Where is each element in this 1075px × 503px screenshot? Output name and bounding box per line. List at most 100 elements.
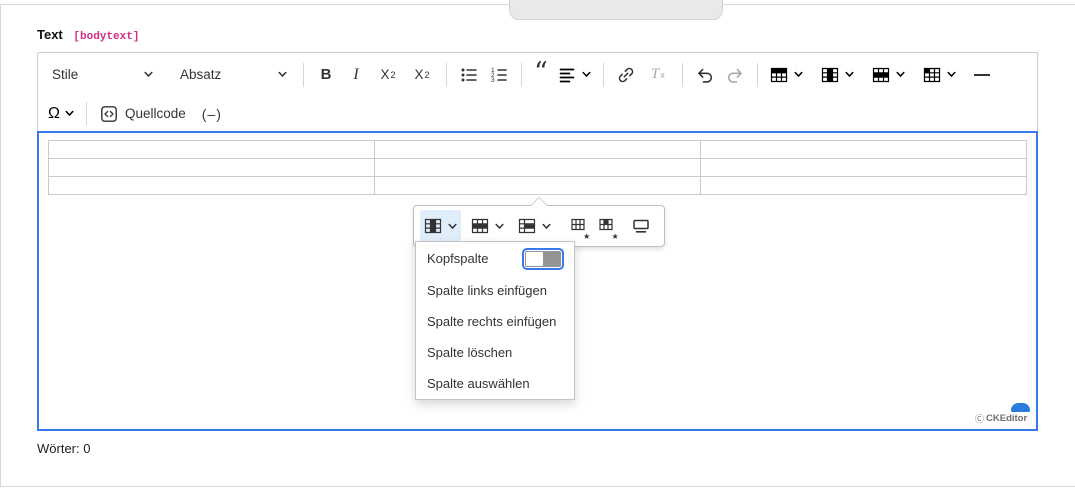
- field-tag: [bodytext]: [73, 31, 140, 43]
- toggle-caption-icon: [631, 216, 651, 236]
- chevron-down-icon: [447, 221, 458, 232]
- toolbar-separator: [602, 62, 604, 87]
- toolbar-separator: [681, 62, 683, 87]
- menu-item-label: Spalte löschen: [427, 345, 513, 360]
- chevron-down-icon: [143, 69, 154, 80]
- rte-form-page: { "field": { "label": "Text", "tag": "[b…: [0, 0, 1075, 503]
- toolbar-row-1: Stile Absatz B I X2 X2 “ Tx: [44, 55, 1031, 94]
- toggle-knob: [526, 251, 543, 266]
- chevron-down-icon: [541, 221, 552, 232]
- table-cell[interactable]: [48, 158, 375, 177]
- insert-table-button[interactable]: [765, 59, 808, 91]
- chevron-down-icon: [581, 69, 592, 80]
- merge-cells-icon: [517, 216, 537, 236]
- cell-properties-button[interactable]: ★: [595, 210, 619, 242]
- superscript-button[interactable]: X2: [405, 59, 439, 91]
- table-cell[interactable]: [48, 140, 375, 159]
- align-left-icon: [557, 65, 577, 85]
- table-cell[interactable]: [374, 140, 701, 159]
- superscript-index: 2: [424, 69, 430, 80]
- table-column-button[interactable]: [816, 59, 859, 91]
- ckeditor-badge[interactable]: Ⓒ CKEditor: [975, 403, 1033, 425]
- redo-button[interactable]: [720, 59, 750, 91]
- menu-item-insert-column-left[interactable]: Spalte links einfügen: [416, 275, 574, 306]
- field-label: Text [bodytext]: [37, 27, 139, 43]
- subscript-glyph: X: [380, 67, 390, 82]
- undo-button[interactable]: [690, 59, 720, 91]
- merge-cells-button[interactable]: [514, 210, 555, 242]
- remove-format-sub: x: [660, 69, 665, 80]
- italic-button[interactable]: I: [341, 59, 371, 91]
- table-column-button[interactable]: [420, 210, 461, 242]
- table-cell[interactable]: [374, 158, 701, 177]
- menu-item-header-column[interactable]: Kopfspalte: [416, 242, 574, 275]
- undo-icon: [695, 65, 715, 85]
- table-cell[interactable]: [48, 176, 375, 195]
- toolbar-separator: [303, 62, 304, 87]
- source-code-label: Quellcode: [124, 106, 186, 121]
- menu-item-label: Kopfspalte: [427, 251, 489, 266]
- table-row: [48, 158, 1027, 177]
- source-code-button[interactable]: Quellcode: [94, 98, 191, 130]
- menu-item-label: Spalte links einfügen: [427, 283, 547, 298]
- alignment-button[interactable]: [553, 59, 596, 91]
- column-dropdown-menu: Kopfspalte Spalte links einfügen Spalte …: [415, 241, 575, 400]
- panel-left-border: [0, 4, 1, 487]
- remove-format-button[interactable]: Tx: [641, 59, 675, 91]
- chevron-down-icon: [277, 69, 288, 80]
- header-column-toggle[interactable]: [522, 247, 564, 270]
- ckeditor-logo-icon: Ⓒ: [975, 414, 985, 424]
- link-button[interactable]: [611, 59, 641, 91]
- table-row: [48, 140, 1027, 159]
- remove-format-glyph: T: [650, 66, 660, 82]
- ckeditor-logo-blob: [1011, 403, 1030, 412]
- styles-dropdown-label: Stile: [52, 67, 79, 82]
- table-cell[interactable]: [700, 140, 1027, 159]
- chevron-down-icon: [793, 69, 804, 80]
- toolbar-separator: [85, 101, 87, 126]
- menu-item-label: Spalte auswählen: [427, 376, 530, 391]
- collapsed-panel-tab[interactable]: [509, 0, 723, 20]
- chevron-down-icon: [64, 108, 75, 119]
- toolbar-separator: [521, 62, 522, 87]
- styles-dropdown[interactable]: Stile: [44, 59, 162, 91]
- numbered-list-button[interactable]: [484, 59, 514, 91]
- field-label-text: Text: [37, 27, 63, 42]
- menu-item-select-column[interactable]: Spalte auswählen: [416, 368, 574, 399]
- bold-button[interactable]: B: [311, 59, 341, 91]
- panel-bottom-border: [0, 486, 1075, 487]
- table-properties-button[interactable]: ★: [567, 210, 590, 242]
- chevron-down-icon: [844, 69, 855, 80]
- star-icon: ★: [611, 232, 619, 241]
- star-icon: ★: [583, 232, 591, 241]
- editor-toolbar: Stile Absatz B I X2 X2 “ Tx Ω Quellcode …: [37, 52, 1038, 135]
- table-cell-button[interactable]: [918, 59, 961, 91]
- soft-hyphen-button[interactable]: (–): [197, 98, 227, 130]
- table-cell[interactable]: [700, 176, 1027, 195]
- toolbar-row-2: Ω Quellcode (–): [44, 94, 1031, 133]
- paragraph-dropdown[interactable]: Absatz: [172, 59, 296, 91]
- toggle-caption-button[interactable]: [630, 210, 653, 242]
- table-cell[interactable]: [700, 158, 1027, 177]
- table-cell-icon: [922, 65, 942, 85]
- menu-item-insert-column-right[interactable]: Spalte rechts einfügen: [416, 306, 574, 337]
- bulleted-list-icon: [459, 65, 479, 85]
- table-column-icon: [423, 216, 443, 236]
- chevron-down-icon: [895, 69, 906, 80]
- source-code-icon: [99, 104, 119, 124]
- bulleted-list-button[interactable]: [454, 59, 484, 91]
- content-table: [48, 140, 1027, 195]
- blockquote-button[interactable]: “: [529, 59, 553, 91]
- menu-item-delete-column[interactable]: Spalte löschen: [416, 337, 574, 368]
- table-row-button[interactable]: [467, 210, 508, 242]
- subscript-button[interactable]: X2: [371, 59, 405, 91]
- toolbar-separator: [446, 62, 447, 87]
- special-characters-button[interactable]: Ω: [44, 98, 79, 130]
- table-row-icon: [871, 65, 891, 85]
- table-row-button[interactable]: [867, 59, 910, 91]
- blockquote-icon: “: [534, 56, 548, 88]
- horizontal-line-button[interactable]: [969, 59, 995, 91]
- omega-icon: Ω: [48, 104, 60, 122]
- table-cell[interactable]: [374, 176, 701, 195]
- horizontal-line-icon: [973, 73, 990, 76]
